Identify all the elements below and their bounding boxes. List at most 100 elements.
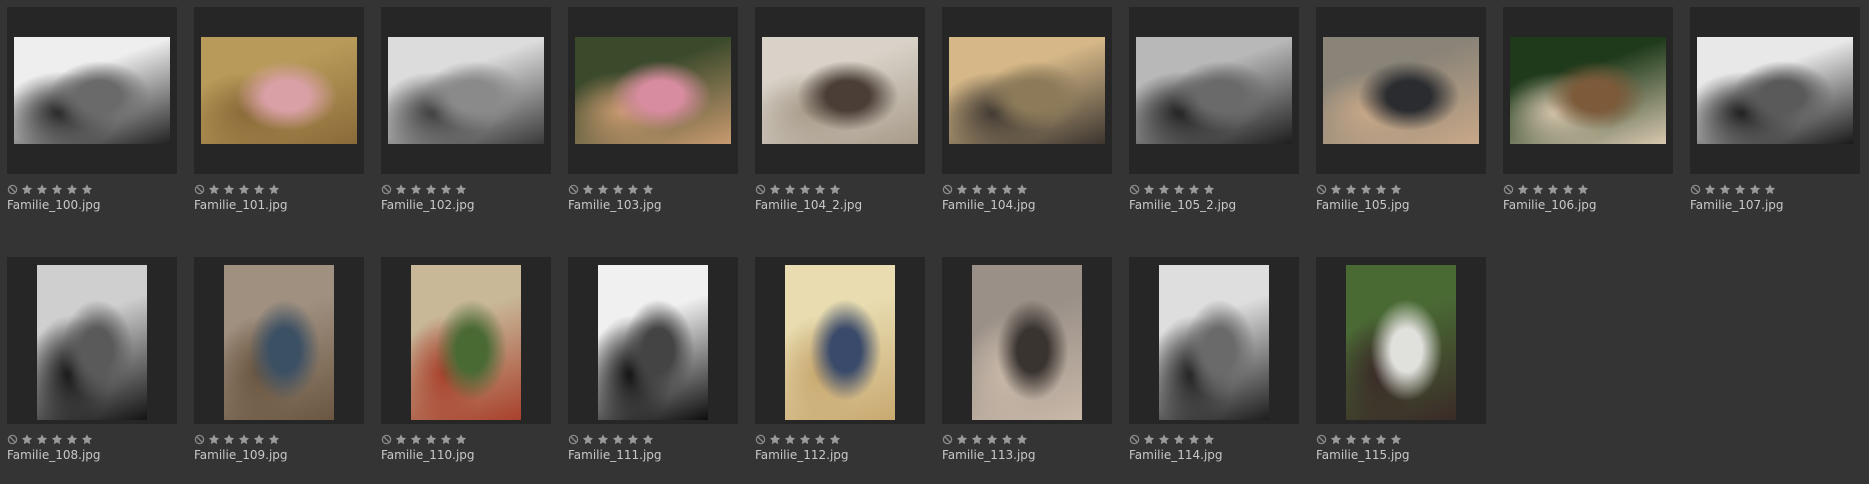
star-icon[interactable]	[50, 433, 64, 446]
thumbnail-filename[interactable]: Familie_110.jpg	[381, 448, 551, 463]
star-icon[interactable]	[1359, 183, 1373, 196]
star-icon[interactable]	[596, 433, 610, 446]
star-icon[interactable]	[1015, 183, 1029, 196]
thumbnail-cell[interactable]: Familie_102.jpg	[381, 7, 551, 213]
star-icon[interactable]	[207, 183, 221, 196]
thumbnail-cell[interactable]: Familie_109.jpg	[194, 257, 364, 463]
star-icon[interactable]	[394, 433, 408, 446]
thumbnail-filename[interactable]: Familie_107.jpg	[1690, 198, 1860, 213]
star-icon[interactable]	[65, 183, 79, 196]
thumbnail-cell[interactable]: Familie_104_2.jpg	[755, 7, 925, 213]
star-icon[interactable]	[1344, 433, 1358, 446]
reject-flag-icon[interactable]	[194, 434, 205, 445]
star-icon[interactable]	[970, 433, 984, 446]
thumbnail-filename[interactable]: Familie_101.jpg	[194, 198, 364, 213]
thumbnail-cell[interactable]: Familie_106.jpg	[1503, 7, 1673, 213]
thumbnail-frame[interactable]	[194, 257, 364, 424]
star-icon[interactable]	[641, 183, 655, 196]
star-icon[interactable]	[35, 183, 49, 196]
star-icon[interactable]	[1015, 433, 1029, 446]
star-icon[interactable]	[222, 183, 236, 196]
thumbnail-cell[interactable]: Familie_110.jpg	[381, 257, 551, 463]
star-icon[interactable]	[1733, 183, 1747, 196]
star-icon[interactable]	[798, 183, 812, 196]
thumbnail-cell[interactable]: Familie_100.jpg	[7, 7, 177, 213]
star-icon[interactable]	[1202, 183, 1216, 196]
thumbnail-frame[interactable]	[7, 7, 177, 174]
thumbnail-cell[interactable]: Familie_104.jpg	[942, 7, 1112, 213]
star-icon[interactable]	[1329, 183, 1343, 196]
star-icon[interactable]	[1389, 183, 1403, 196]
star-icon[interactable]	[237, 183, 251, 196]
reject-flag-icon[interactable]	[1129, 434, 1140, 445]
star-icon[interactable]	[581, 433, 595, 446]
thumbnail-filename[interactable]: Familie_109.jpg	[194, 448, 364, 463]
star-icon[interactable]	[970, 183, 984, 196]
star-icon[interactable]	[65, 433, 79, 446]
thumbnail-frame[interactable]	[1129, 7, 1299, 174]
star-icon[interactable]	[783, 183, 797, 196]
reject-flag-icon[interactable]	[942, 184, 953, 195]
reject-flag-icon[interactable]	[755, 184, 766, 195]
star-icon[interactable]	[20, 183, 34, 196]
star-icon[interactable]	[1703, 183, 1717, 196]
thumbnail-frame[interactable]	[381, 257, 551, 424]
star-icon[interactable]	[454, 183, 468, 196]
reject-flag-icon[interactable]	[381, 184, 392, 195]
star-icon[interactable]	[1142, 183, 1156, 196]
star-icon[interactable]	[1000, 183, 1014, 196]
star-icon[interactable]	[828, 183, 842, 196]
star-icon[interactable]	[1329, 433, 1343, 446]
star-icon[interactable]	[783, 433, 797, 446]
star-icon[interactable]	[955, 433, 969, 446]
star-icon[interactable]	[1374, 183, 1388, 196]
thumbnail-cell[interactable]: Familie_105_2.jpg	[1129, 7, 1299, 213]
star-icon[interactable]	[985, 433, 999, 446]
star-icon[interactable]	[454, 433, 468, 446]
thumbnail-frame[interactable]	[568, 257, 738, 424]
thumbnail-filename[interactable]: Familie_100.jpg	[7, 198, 177, 213]
thumbnail-frame[interactable]	[1316, 257, 1486, 424]
star-icon[interactable]	[611, 183, 625, 196]
reject-flag-icon[interactable]	[568, 434, 579, 445]
star-icon[interactable]	[424, 183, 438, 196]
star-icon[interactable]	[1142, 433, 1156, 446]
thumbnail-filename[interactable]: Familie_115.jpg	[1316, 448, 1486, 463]
reject-flag-icon[interactable]	[7, 434, 18, 445]
thumbnail-filename[interactable]: Familie_102.jpg	[381, 198, 551, 213]
star-icon[interactable]	[20, 433, 34, 446]
thumbnail-filename[interactable]: Familie_103.jpg	[568, 198, 738, 213]
thumbnail-filename[interactable]: Familie_111.jpg	[568, 448, 738, 463]
star-icon[interactable]	[581, 183, 595, 196]
thumbnail-filename[interactable]: Familie_113.jpg	[942, 448, 1112, 463]
star-icon[interactable]	[50, 183, 64, 196]
thumbnail-filename[interactable]: Familie_104_2.jpg	[755, 198, 925, 213]
thumbnail-frame[interactable]	[942, 257, 1112, 424]
thumbnail-filename[interactable]: Familie_112.jpg	[755, 448, 925, 463]
thumbnail-cell[interactable]: Familie_105.jpg	[1316, 7, 1486, 213]
thumbnail-cell[interactable]: Familie_103.jpg	[568, 7, 738, 213]
thumbnail-frame[interactable]	[568, 7, 738, 174]
star-icon[interactable]	[813, 183, 827, 196]
thumbnail-cell[interactable]: Familie_111.jpg	[568, 257, 738, 463]
reject-flag-icon[interactable]	[1690, 184, 1701, 195]
star-icon[interactable]	[35, 433, 49, 446]
thumbnail-cell[interactable]: Familie_114.jpg	[1129, 257, 1299, 463]
thumbnail-frame[interactable]	[1316, 7, 1486, 174]
star-icon[interactable]	[1157, 183, 1171, 196]
thumbnail-filename[interactable]: Familie_105_2.jpg	[1129, 198, 1299, 213]
reject-flag-icon[interactable]	[755, 434, 766, 445]
thumbnail-cell[interactable]: Familie_113.jpg	[942, 257, 1112, 463]
reject-flag-icon[interactable]	[7, 184, 18, 195]
star-icon[interactable]	[409, 433, 423, 446]
star-icon[interactable]	[828, 433, 842, 446]
star-icon[interactable]	[267, 433, 281, 446]
star-icon[interactable]	[1374, 433, 1388, 446]
thumbnail-frame[interactable]	[755, 257, 925, 424]
star-icon[interactable]	[1172, 433, 1186, 446]
star-icon[interactable]	[1344, 183, 1358, 196]
thumbnail-cell[interactable]: Familie_108.jpg	[7, 257, 177, 463]
star-icon[interactable]	[439, 183, 453, 196]
thumbnail-frame[interactable]	[7, 257, 177, 424]
star-icon[interactable]	[1516, 183, 1530, 196]
